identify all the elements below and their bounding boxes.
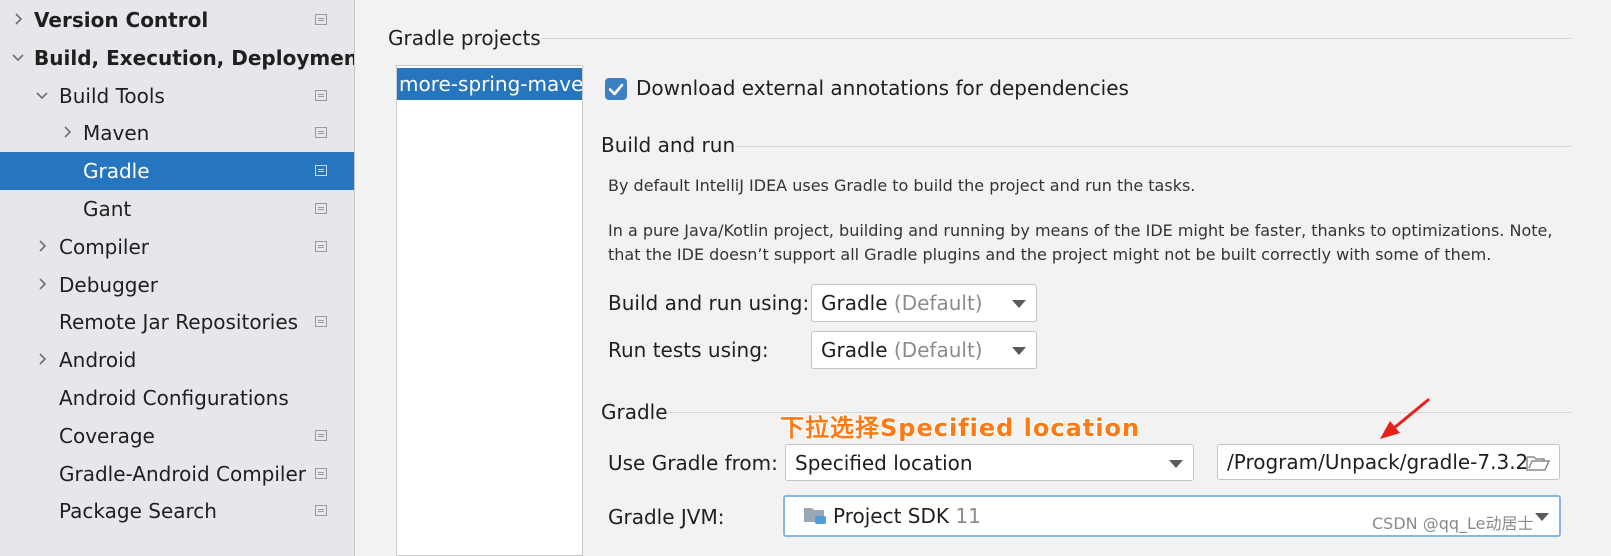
section-divider xyxy=(541,38,1571,39)
sidebar-item-android[interactable]: Android xyxy=(0,341,354,379)
red-arrow-icon xyxy=(1380,398,1430,439)
check-icon xyxy=(608,83,624,96)
chevron-right-icon[interactable] xyxy=(32,266,52,304)
sidebar-item-label: Android xyxy=(59,348,137,372)
sidebar-item-maven[interactable]: Maven xyxy=(0,114,354,152)
gradle-jvm-label: Gradle JVM: xyxy=(608,505,725,529)
project-level-icon xyxy=(315,430,327,441)
run-tests-using-value: Gradle xyxy=(821,338,888,362)
gradle-projects-title: Gradle projects xyxy=(388,26,541,50)
chevron-down-icon xyxy=(1012,347,1026,355)
chevron-right-icon[interactable] xyxy=(32,228,52,266)
project-level-icon xyxy=(315,316,327,327)
chevron-right-icon[interactable] xyxy=(32,341,52,379)
section-divider xyxy=(736,146,1571,147)
build-and-run-title: Build and run xyxy=(601,133,736,157)
use-gradle-from-label: Use Gradle from: xyxy=(608,451,778,475)
run-tests-using-dropdown[interactable]: Gradle (Default) xyxy=(811,331,1037,369)
sidebar-item-compiler[interactable]: Compiler xyxy=(0,228,354,266)
download-annotations-label[interactable]: Download external annotations for depend… xyxy=(636,76,1129,100)
sidebar-item-label: Android Configurations xyxy=(59,386,289,410)
gradle-section-title: Gradle xyxy=(601,400,668,424)
sdk-folder-icon xyxy=(804,508,826,524)
chevron-down-icon[interactable] xyxy=(32,77,52,115)
project-level-icon xyxy=(315,241,327,252)
project-level-icon xyxy=(315,165,327,176)
use-gradle-from-value: Specified location xyxy=(795,450,973,475)
chevron-right-icon[interactable] xyxy=(57,114,77,152)
gradle-projects-list[interactable]: more-spring-maven xyxy=(396,65,583,556)
sidebar-item-package-search[interactable]: Package Search xyxy=(0,492,354,530)
sidebar-item-version-control[interactable]: Version Control xyxy=(0,1,354,39)
watermark: CSDN @qq_Le动居士 xyxy=(1372,514,1534,533)
sidebar-item-label: Coverage xyxy=(59,424,155,448)
settings-sidebar: Version Control Build, Execution, Deploym… xyxy=(0,0,368,556)
build-and-run-description: By default IntelliJ IDEA uses Gradle to … xyxy=(608,176,1196,195)
project-level-icon xyxy=(315,505,327,516)
sidebar-item-label: Debugger xyxy=(59,273,158,297)
build-run-using-label: Build and run using: xyxy=(608,291,810,315)
sidebar-item-gradle[interactable]: Gradle xyxy=(0,152,354,190)
chevron-down-icon xyxy=(1535,513,1549,521)
project-level-icon xyxy=(315,14,327,25)
sidebar-item-build-tools[interactable]: Build Tools xyxy=(0,77,354,115)
sidebar-item-debugger[interactable]: Debugger xyxy=(0,266,354,304)
sidebar-item-label: Package Search xyxy=(59,499,217,523)
build-and-run-note-line1: In a pure Java/Kotlin project, building … xyxy=(608,221,1553,240)
sidebar-item-gradle-android-compiler[interactable]: Gradle-Android Compiler xyxy=(0,455,354,493)
sidebar-item-label: Gradle-Android Compiler xyxy=(59,462,307,486)
chevron-down-icon xyxy=(1169,459,1183,468)
folder-browse-icon[interactable] xyxy=(1526,454,1550,472)
sidebar-item-label: Build Tools xyxy=(59,84,165,108)
sidebar-item-label: Gradle xyxy=(83,159,150,183)
chevron-down-icon[interactable] xyxy=(8,39,28,77)
sidebar-item-gant[interactable]: Gant xyxy=(0,190,354,228)
sidebar-item-android-configurations[interactable]: Android Configurations xyxy=(0,379,354,417)
build-run-using-value: Gradle xyxy=(821,291,888,315)
sidebar-item-build-execution-deployment[interactable]: Build, Execution, Deployment xyxy=(0,39,368,77)
build-and-run-note-line2: that the IDE doesn’t support all Gradle … xyxy=(608,245,1492,264)
run-tests-using-label: Run tests using: xyxy=(608,338,769,362)
use-gradle-from-dropdown[interactable]: Specified location xyxy=(785,444,1194,481)
chevron-down-icon xyxy=(1012,300,1026,308)
project-level-icon xyxy=(315,203,327,214)
sidebar-item-label: Build, Execution, Deployment xyxy=(34,46,368,70)
annotation-text: 下拉选择Specified location xyxy=(780,414,1141,442)
project-level-icon xyxy=(315,127,327,138)
download-annotations-checkbox[interactable] xyxy=(605,78,627,100)
sidebar-item-coverage[interactable]: Coverage xyxy=(0,417,354,455)
gradle-home-path-value: /Program/Unpack/gradle-7.3.2 xyxy=(1227,450,1529,474)
sidebar-item-label: Remote Jar Repositories xyxy=(59,310,299,334)
project-level-icon xyxy=(315,468,327,479)
run-tests-using-hint: (Default) xyxy=(893,338,983,362)
build-run-using-hint: (Default) xyxy=(893,291,983,315)
sidebar-item-remote-jar-repositories[interactable]: Remote Jar Repositories xyxy=(0,303,354,341)
sidebar-item-label: Version Control xyxy=(34,8,209,32)
sidebar-item-label: Maven xyxy=(83,121,150,145)
sidebar-item-label: Gant xyxy=(83,197,132,221)
project-level-icon xyxy=(315,90,327,101)
gradle-jvm-version: 11 xyxy=(955,504,981,528)
sidebar-item-label: Compiler xyxy=(59,235,150,259)
project-item-more-spring-maven[interactable]: more-spring-maven xyxy=(397,68,582,100)
gradle-jvm-value: Project SDK xyxy=(833,504,949,528)
build-run-using-dropdown[interactable]: Gradle (Default) xyxy=(811,284,1037,322)
chevron-right-icon[interactable] xyxy=(8,1,28,39)
gradle-home-path-input[interactable]: /Program/Unpack/gradle-7.3.2 xyxy=(1217,444,1560,480)
